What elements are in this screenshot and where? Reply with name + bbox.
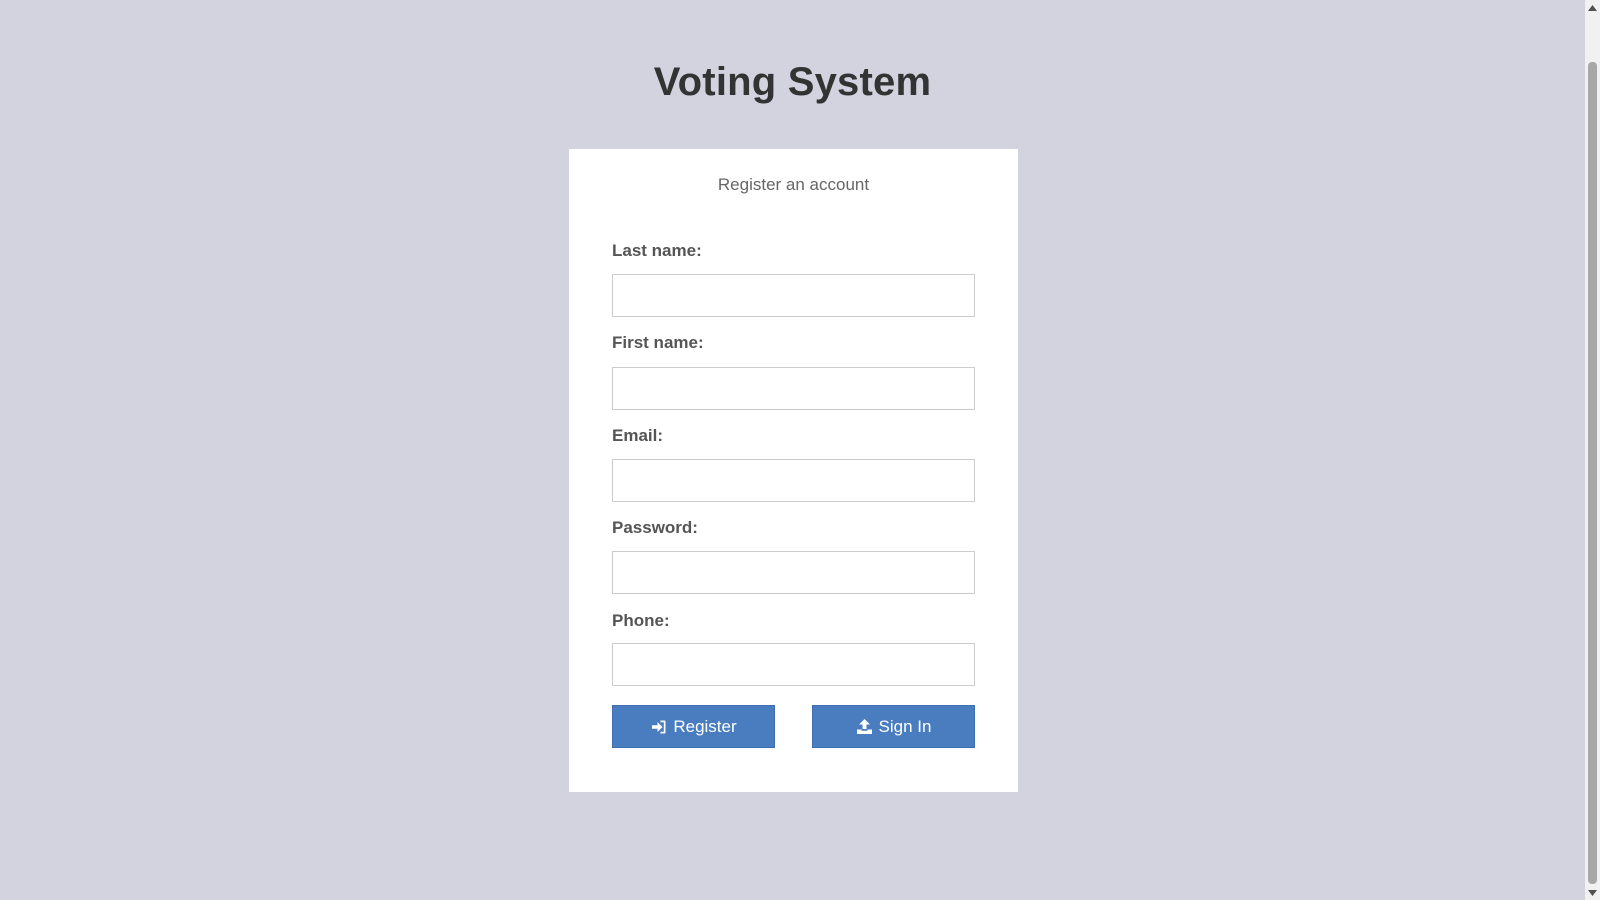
last-name-label: Last name: — [612, 241, 702, 260]
page-title: Voting System — [653, 60, 932, 104]
email-input[interactable] — [612, 459, 975, 502]
password-label: Password: — [612, 518, 698, 537]
vertical-scrollbar[interactable] — [1585, 0, 1600, 900]
first-name-input[interactable] — [612, 367, 975, 410]
register-card: Register an account Last name: First nam… — [569, 149, 1018, 792]
phone-input[interactable] — [612, 643, 975, 686]
sign-in-button-label: Sign In — [878, 716, 932, 736]
scrollbar-thumb[interactable] — [1588, 62, 1597, 884]
register-button-label: Register — [673, 716, 737, 736]
sign-in-button[interactable]: Sign In — [812, 705, 975, 748]
upload-icon — [856, 718, 874, 736]
first-name-label: First name: — [612, 333, 704, 352]
scroll-down-arrow-icon[interactable] — [1585, 885, 1600, 900]
email-label: Email: — [612, 426, 664, 445]
password-input[interactable] — [612, 551, 975, 594]
sign-in-icon — [650, 718, 668, 736]
card-subtitle: Register an account — [717, 175, 870, 194]
register-button[interactable]: Register — [612, 705, 775, 748]
phone-label: Phone: — [612, 611, 670, 630]
last-name-input[interactable] — [612, 274, 975, 317]
scroll-up-arrow-icon[interactable] — [1585, 0, 1600, 15]
